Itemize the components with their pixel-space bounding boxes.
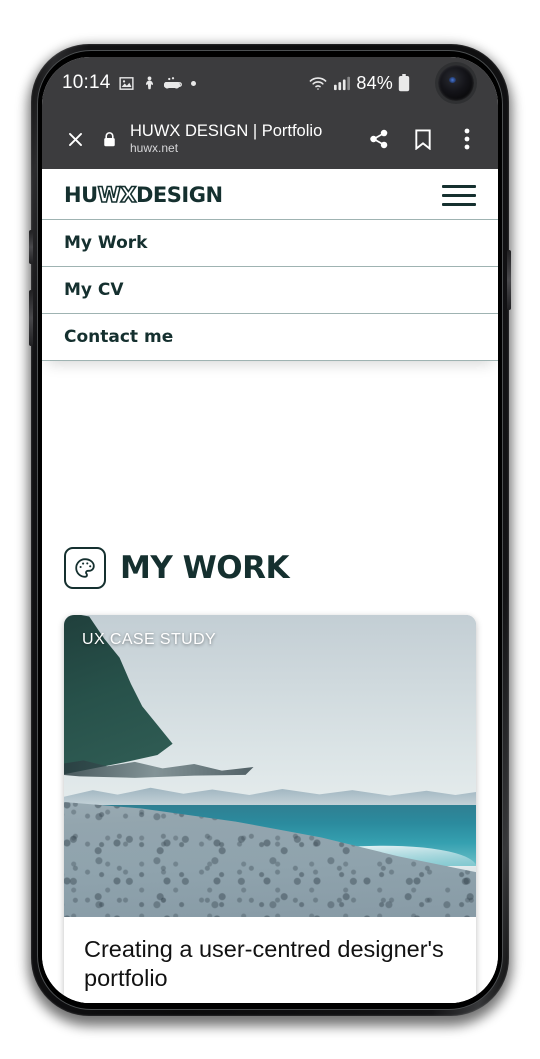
volume-down-button[interactable] (29, 290, 33, 346)
wifi-icon (308, 75, 328, 91)
site-navigation-menu: HU WX DESIGN My Work My CV Contact me (42, 169, 498, 361)
hamburger-line (442, 202, 476, 206)
web-page: DESIGN Designer/developer HUWX DESIGN My… (42, 169, 498, 1003)
logo-text-part1: HU (64, 183, 98, 207)
card-body: Creating a user-centred designer's portf… (64, 917, 476, 1003)
overflow-menu-icon[interactable] (450, 122, 484, 156)
hamburger-line (442, 193, 476, 197)
nav-item-my-cv[interactable]: My CV (42, 266, 498, 313)
section-title: MY WORK (120, 550, 290, 586)
front-camera (438, 65, 474, 101)
hamburger-icon[interactable] (442, 184, 476, 206)
lock-icon (92, 122, 126, 156)
page-title: HUWX DESIGN | Portfolio (130, 122, 323, 140)
phone-screen: 10:14 84% HUWX DESIGN | Portfolio huwx.n… (42, 57, 498, 1003)
close-icon[interactable] (58, 122, 92, 156)
card-image: UX CASE STUDY (64, 615, 476, 917)
battery-icon (398, 74, 410, 92)
site-header: HU WX DESIGN (42, 169, 498, 219)
person-icon (142, 75, 157, 91)
section-heading: MY WORK (64, 547, 476, 589)
android-status-bar: 10:14 84% (42, 57, 498, 109)
nav-item-my-work[interactable]: My Work (42, 219, 498, 266)
signal-icon (333, 75, 351, 91)
dot-icon (190, 80, 196, 86)
bookmark-icon[interactable] (406, 122, 440, 156)
bowl-icon (163, 76, 182, 91)
browser-toolbar: HUWX DESIGN | Portfolio huwx.net (42, 109, 498, 169)
logo-text-part2: DESIGN (136, 183, 223, 207)
my-work-section: MY WORK UX CASE STUDY Creating a user-ce… (42, 547, 498, 1003)
palette-icon (64, 547, 106, 589)
toolbar-actions (362, 122, 484, 156)
logo-text-hollow: WX (97, 182, 137, 208)
page-url: huwx.net (130, 141, 179, 155)
image-icon (118, 75, 135, 92)
case-study-card[interactable]: UX CASE STUDY Creating a user-centred de… (64, 615, 476, 1003)
hamburger-line (442, 184, 476, 188)
nav-item-contact-me[interactable]: Contact me (42, 313, 498, 361)
battery-percentage: 84% (356, 72, 393, 93)
status-bar-left-group: 10:14 (62, 72, 196, 94)
nav-list: My Work My CV Contact me (42, 219, 498, 361)
share-icon[interactable] (362, 122, 396, 156)
power-button[interactable] (507, 250, 511, 310)
site-logo[interactable]: HU WX DESIGN (64, 182, 223, 208)
card-title: Creating a user-centred designer's portf… (84, 936, 444, 991)
volume-up-button[interactable] (29, 230, 33, 264)
address-display[interactable]: HUWX DESIGN | Portfolio huwx.net (130, 122, 362, 156)
card-badge: UX CASE STUDY (82, 631, 217, 648)
status-bar-clock: 10:14 (62, 72, 111, 93)
